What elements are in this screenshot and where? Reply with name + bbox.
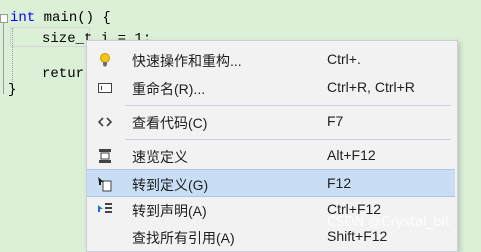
menu-item-shortcut: Ctrl+R, Ctrl+R bbox=[327, 79, 415, 95]
keyword-int: int bbox=[10, 10, 36, 26]
menu-separator bbox=[125, 105, 451, 106]
menu-item-label: 转到定义(G) bbox=[132, 177, 209, 193]
menu-item-label: 查看代码(C) bbox=[132, 115, 208, 131]
menu-item-rename[interactable]: 重命名(R)... Ctrl+R, Ctrl+R bbox=[87, 74, 455, 102]
go-to-declaration-icon bbox=[97, 202, 113, 218]
code-text: int main() { size_t i = 1; retur } bbox=[0, 0, 151, 126]
menu-item-label: 转到声明(A) bbox=[132, 203, 207, 219]
menu-item-quick-actions[interactable]: 快速操作和重构... Ctrl+. bbox=[87, 46, 455, 74]
menu-item-view-code[interactable]: 查看代码(C) F7 bbox=[87, 108, 455, 136]
menu-item-label: 重命名(R)... bbox=[132, 81, 206, 97]
menu-item-shortcut: Shift+F12 bbox=[327, 228, 388, 244]
menu-item-peek-definition[interactable]: 速览定义 Alt+F12 bbox=[87, 142, 455, 170]
menu-item-shortcut: F7 bbox=[327, 113, 344, 129]
menu-item-shortcut: F12 bbox=[327, 175, 352, 191]
watermark: CSDN @Crystal_bit bbox=[327, 215, 451, 230]
rename-icon bbox=[97, 80, 113, 96]
menu-item-label: 快速操作和重构... bbox=[132, 53, 242, 69]
go-to-definition-icon bbox=[97, 176, 113, 192]
menu-item-shortcut: Alt+F12 bbox=[327, 147, 376, 163]
code-line-1: int main() { bbox=[10, 8, 111, 29]
menu-item-label: 查找所有引用(A) bbox=[132, 230, 235, 246]
menu-item-shortcut: Ctrl+. bbox=[327, 51, 361, 67]
code-line-1-rest: main() { bbox=[35, 10, 111, 26]
code-brackets-icon bbox=[97, 114, 113, 130]
lightbulb-icon bbox=[97, 52, 113, 68]
menu-item-go-to-definition[interactable]: 转到定义(G) F12 bbox=[87, 169, 455, 197]
code-line-3: retur bbox=[42, 66, 85, 82]
menu-item-label: 速览定义 bbox=[132, 149, 188, 165]
code-line-4: } bbox=[8, 82, 17, 98]
peek-definition-icon bbox=[97, 148, 113, 164]
menu-separator bbox=[125, 139, 451, 140]
